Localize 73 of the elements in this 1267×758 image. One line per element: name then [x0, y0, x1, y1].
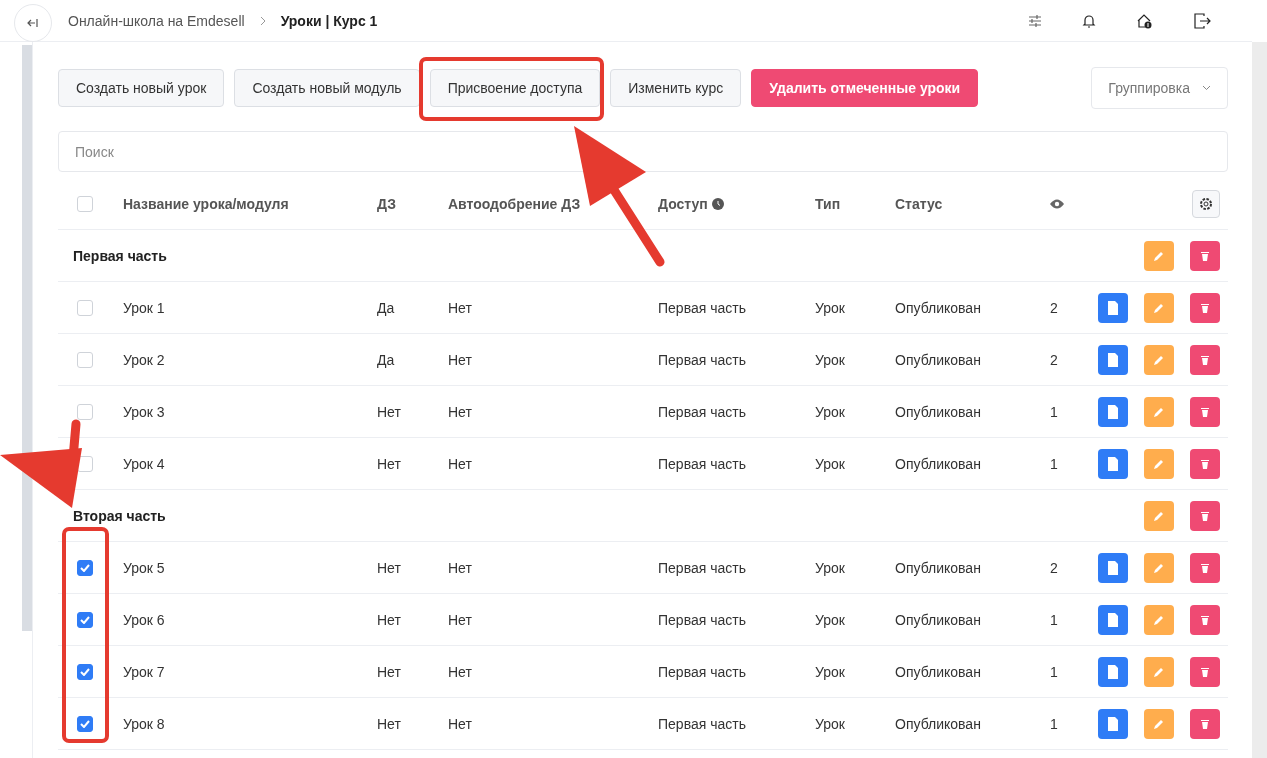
- table-cell: Первая часть: [658, 715, 746, 732]
- table-cell: Урок 7: [123, 663, 165, 680]
- toolbar-button[interactable]: Изменить курс: [610, 69, 742, 107]
- table-cell: Нет: [448, 299, 472, 316]
- table-cell: Нет: [377, 455, 401, 472]
- table-cell: Урок 6: [123, 611, 165, 628]
- table-cell: Урок: [815, 715, 845, 732]
- toolbar-button[interactable]: Удалить отмеченные уроки: [751, 69, 979, 107]
- table-cell: Нет: [377, 611, 401, 628]
- table-cell: Опубликован: [895, 403, 981, 420]
- table-cell: Нет: [448, 715, 472, 732]
- table-cell: Нет: [448, 455, 472, 472]
- search-field[interactable]: Поиск: [58, 131, 1228, 172]
- table-cell: 2: [1050, 351, 1058, 368]
- table-cell: Первая часть: [658, 299, 746, 316]
- toolbar-button[interactable]: Создать новый модуль: [234, 69, 420, 107]
- table-cell: Нет: [448, 611, 472, 628]
- table-cell: Урок: [815, 351, 845, 368]
- table-cell: Нет: [377, 559, 401, 576]
- toolbar-button[interactable]: Создать новый урок: [58, 69, 225, 107]
- column-header: Тип: [815, 195, 841, 212]
- table-cell: Нет: [377, 663, 401, 680]
- table-cell: Урок: [815, 455, 845, 472]
- table-cell: Опубликован: [895, 715, 981, 732]
- table-cell: Урок 8: [123, 715, 165, 732]
- table-cell: Урок: [815, 611, 845, 628]
- table-cell: Нет: [448, 351, 472, 368]
- table-cell: Урок 1: [123, 299, 165, 316]
- table-cell: Урок 4: [123, 455, 165, 472]
- breadcrumb-link[interactable]: Онлайн-школа на Emdesell: [68, 12, 245, 29]
- table-cell: Первая часть: [658, 559, 746, 576]
- table-cell: Первая часть: [658, 351, 746, 368]
- table-cell: Да: [377, 351, 395, 368]
- table-cell: 1: [1050, 715, 1058, 732]
- table-cell: Первая часть: [658, 611, 746, 628]
- table-cell: Урок: [815, 559, 845, 576]
- table-cell: Опубликован: [895, 559, 981, 576]
- table-cell: Опубликован: [895, 455, 981, 472]
- column-header: Название урока/модуля: [123, 195, 289, 212]
- table-cell: 2: [1050, 559, 1058, 576]
- table-cell: Урок: [815, 663, 845, 680]
- table-cell: Опубликован: [895, 663, 981, 680]
- page-title: Уроки | Курс 1: [280, 12, 378, 29]
- module-title: Первая часть: [72, 247, 167, 264]
- column-header: ДЗ: [377, 195, 396, 212]
- table-cell: Нет: [377, 403, 401, 420]
- table-cell: 1: [1050, 663, 1058, 680]
- column-header: Доступ: [658, 195, 708, 212]
- grouping-dropdown[interactable]: Группировка: [1091, 67, 1228, 109]
- table-cell: Нет: [448, 403, 472, 420]
- table-cell: 2: [1050, 299, 1058, 316]
- table-cell: Опубликован: [895, 611, 981, 628]
- table-cell: Нет: [448, 559, 472, 576]
- table-cell: Урок 3: [123, 403, 165, 420]
- table-cell: Первая часть: [658, 663, 746, 680]
- table-cell: 1: [1050, 611, 1058, 628]
- table-cell: Урок: [815, 403, 845, 420]
- table-cell: Первая часть: [658, 403, 746, 420]
- table-cell: Опубликован: [895, 351, 981, 368]
- table-cell: Нет: [377, 715, 401, 732]
- table-cell: Первая часть: [658, 455, 746, 472]
- table-cell: Опубликован: [895, 299, 981, 316]
- table-cell: Да: [377, 299, 395, 316]
- column-header: Автоодобрение ДЗ: [448, 195, 581, 212]
- table-cell: Урок 2: [123, 351, 165, 368]
- module-title: Вторая часть: [72, 507, 166, 524]
- table-cell: Урок: [815, 299, 845, 316]
- table-cell: 1: [1050, 455, 1058, 472]
- toolbar-button[interactable]: Присвоение доступа: [429, 69, 601, 107]
- table-cell: Нет: [448, 663, 472, 680]
- table-cell: 1: [1050, 403, 1058, 420]
- table-cell: Урок 5: [123, 559, 165, 576]
- column-header: Статус: [895, 195, 943, 212]
